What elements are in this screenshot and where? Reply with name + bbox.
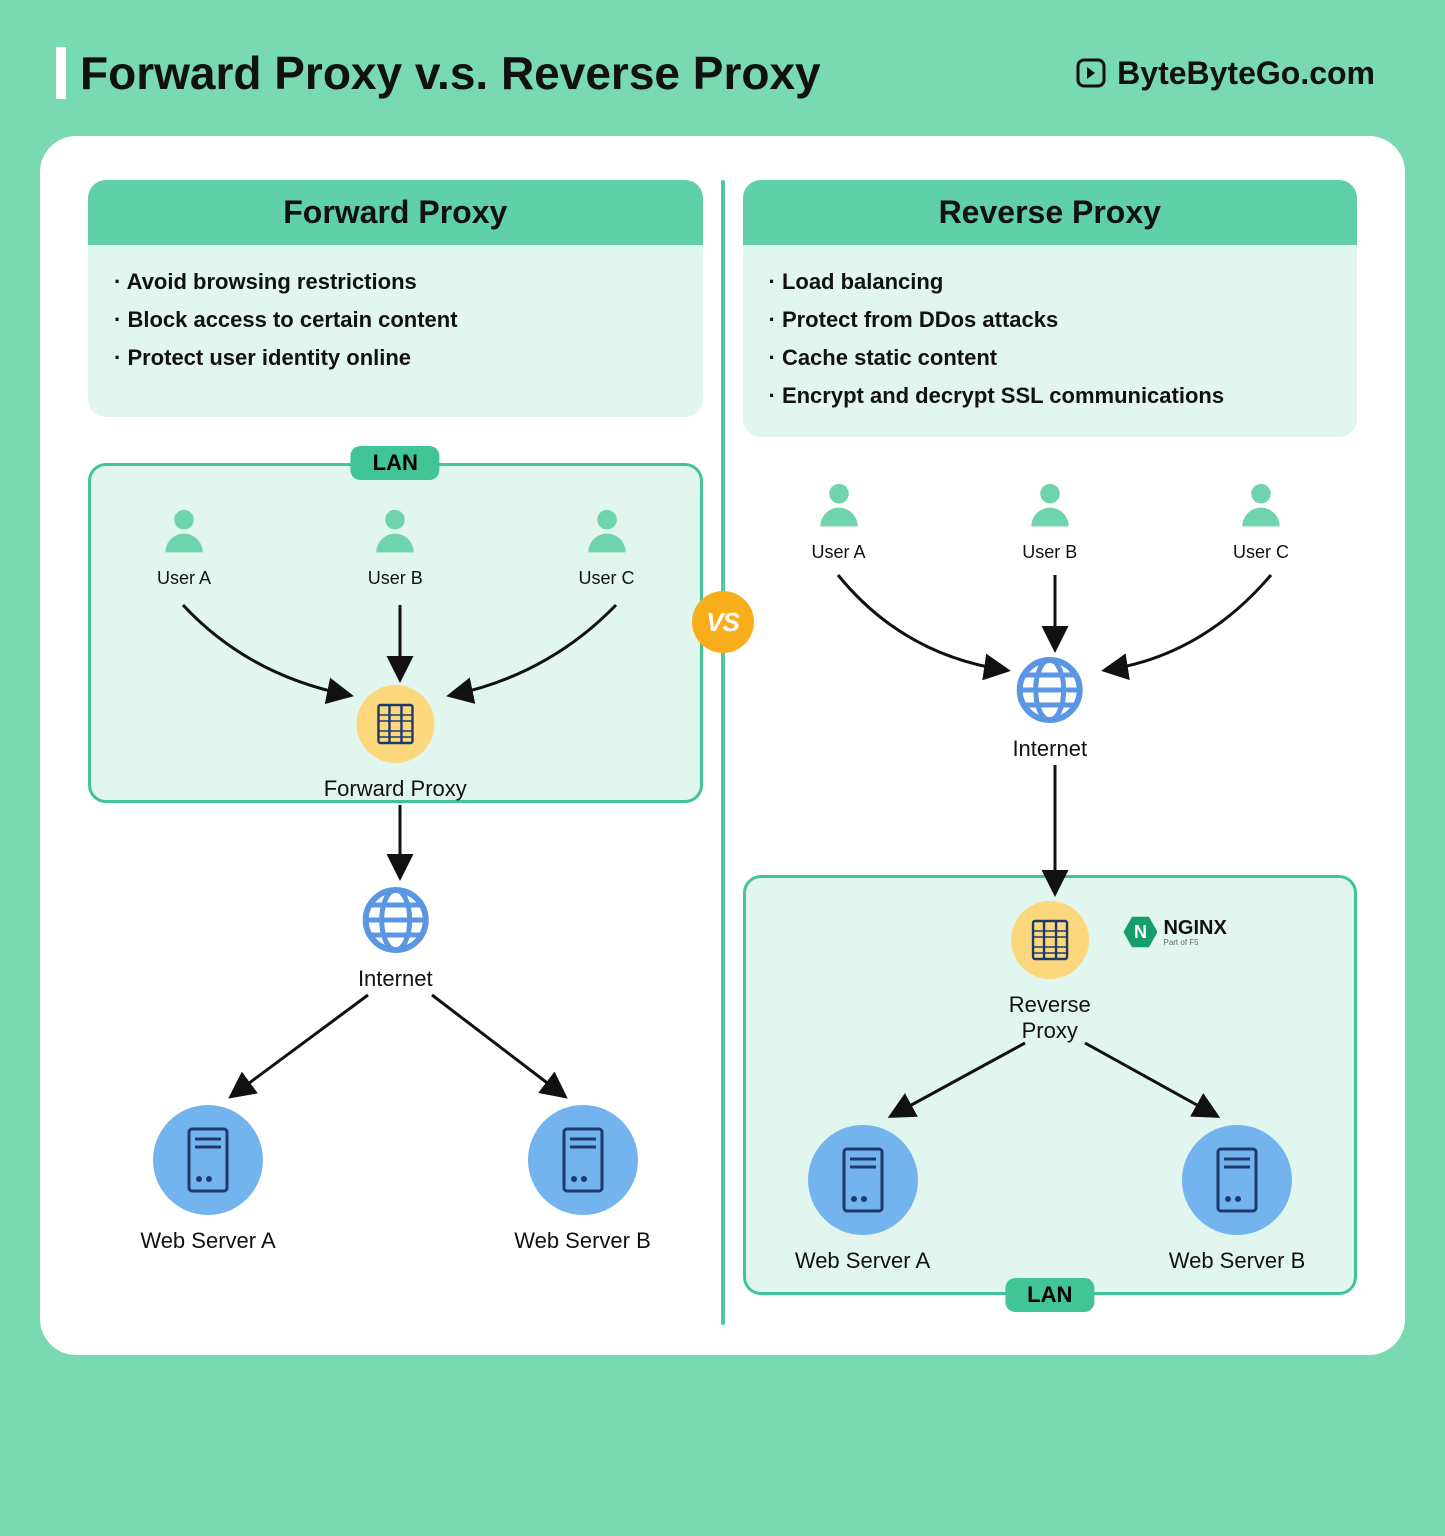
server-label: Web Server B (493, 1228, 673, 1254)
reverse-panel: Reverse Proxy · Load balancing · Protect… (743, 180, 1358, 437)
reverse-bullet: · Encrypt and decrypt SSL communications (769, 377, 1332, 415)
title-accent (56, 47, 66, 99)
globe-icon (360, 885, 430, 955)
internet-label: Internet (1012, 736, 1087, 762)
proxy-label: Reverse Proxy (1009, 992, 1091, 1044)
reverse-diagram: User A User B User C (743, 465, 1358, 1325)
server-label: Web Server A (118, 1228, 298, 1254)
brand-text: ByteByteGo.com (1117, 55, 1375, 92)
forward-bullet: · Avoid browsing restrictions (114, 263, 677, 301)
server-tower-icon (808, 1125, 918, 1235)
reverse-servers: Web Server A Web Server B (743, 1125, 1358, 1274)
lan-tag: LAN (1005, 1278, 1094, 1312)
forward-proxy-node: Forward Proxy (324, 685, 467, 802)
brand-icon (1073, 55, 1109, 91)
reverse-proxy-column: Reverse Proxy · Load balancing · Protect… (725, 180, 1376, 1325)
server-label: Web Server B (1147, 1248, 1327, 1274)
forward-heading: Forward Proxy (88, 180, 703, 245)
user-icon (367, 501, 423, 557)
nginx-hex-icon: N (1123, 915, 1157, 949)
forward-users: User A User B User C (88, 501, 703, 589)
user-icon (1233, 475, 1289, 531)
user-label: User C (1201, 542, 1321, 563)
reverse-bullet: · Load balancing (769, 263, 1332, 301)
proxy-label: Forward Proxy (324, 776, 467, 802)
reverse-bullet: · Cache static content (769, 339, 1332, 377)
user-label: User C (547, 568, 667, 589)
comparison-card: Forward Proxy · Avoid browsing restricti… (40, 136, 1405, 1355)
user-label: User B (335, 568, 455, 589)
vs-badge: VS (692, 591, 754, 653)
server-node: Web Server A (118, 1105, 298, 1254)
proxy-server-icon (1011, 901, 1089, 979)
user-node: User B (335, 501, 455, 589)
lan-tag: LAN (351, 446, 440, 480)
page-title: Forward Proxy v.s. Reverse Proxy (80, 46, 821, 100)
forward-internet-node: Internet (358, 885, 433, 992)
server-node: Web Server B (1147, 1125, 1327, 1274)
forward-servers: Web Server A Web Server B (88, 1105, 703, 1254)
forward-proxy-column: Forward Proxy · Avoid browsing restricti… (70, 180, 721, 1325)
title-bar: Forward Proxy v.s. Reverse Proxy (56, 46, 821, 100)
server-tower-icon (153, 1105, 263, 1215)
user-node: User A (779, 475, 899, 563)
reverse-bullets: · Load balancing · Protect from DDos att… (743, 245, 1358, 437)
server-tower-icon (1182, 1125, 1292, 1235)
globe-icon (1015, 655, 1085, 725)
header: Forward Proxy v.s. Reverse Proxy ByteByt… (0, 0, 1445, 122)
user-node: User C (547, 501, 667, 589)
reverse-users: User A User B User C (743, 475, 1358, 563)
brand-logo: ByteByteGo.com (1073, 55, 1375, 92)
user-node: User C (1201, 475, 1321, 563)
user-icon (1022, 475, 1078, 531)
nginx-subtext: Part of F5 (1163, 938, 1226, 947)
server-label: Web Server A (773, 1248, 953, 1274)
user-node: User A (124, 501, 244, 589)
user-label: User B (990, 542, 1110, 563)
user-icon (579, 501, 635, 557)
server-tower-icon (528, 1105, 638, 1215)
nginx-badge: N NGINX Part of F5 (1123, 915, 1226, 949)
reverse-internet-node: Internet (1012, 655, 1087, 762)
forward-diagram: LAN User A User B User C (88, 445, 703, 1305)
user-label: User A (124, 568, 244, 589)
user-icon (811, 475, 867, 531)
nginx-text: NGINX (1163, 918, 1226, 938)
user-label: User A (779, 542, 899, 563)
forward-bullet: · Block access to certain content (114, 301, 677, 339)
reverse-heading: Reverse Proxy (743, 180, 1358, 245)
forward-bullet: · Protect user identity online (114, 339, 677, 377)
user-node: User B (990, 475, 1110, 563)
proxy-server-icon (356, 685, 434, 763)
server-node: Web Server A (773, 1125, 953, 1274)
server-node: Web Server B (493, 1105, 673, 1254)
user-icon (156, 501, 212, 557)
forward-bullets: · Avoid browsing restrictions · Block ac… (88, 245, 703, 417)
reverse-proxy-node: Reverse Proxy (1009, 901, 1091, 1044)
forward-panel: Forward Proxy · Avoid browsing restricti… (88, 180, 703, 417)
internet-label: Internet (358, 966, 433, 992)
reverse-bullet: · Protect from DDos attacks (769, 301, 1332, 339)
